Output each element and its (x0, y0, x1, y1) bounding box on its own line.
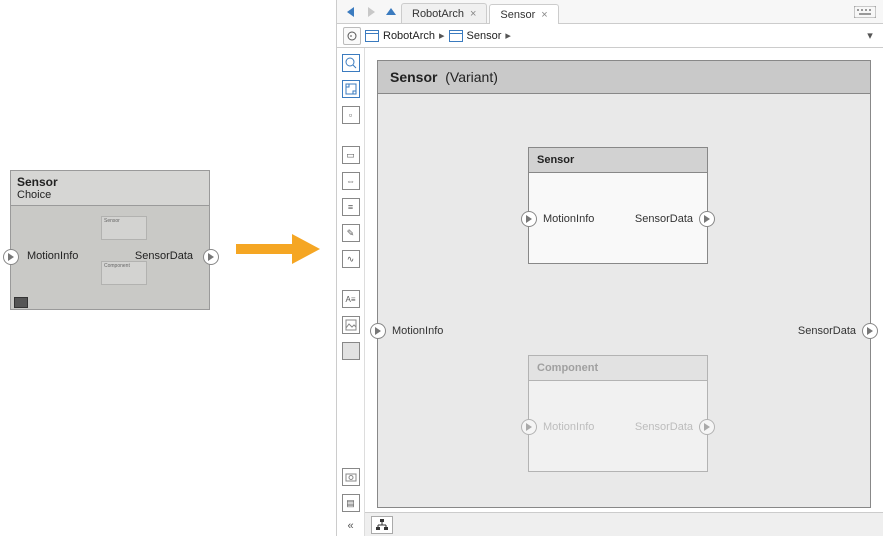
tab-robotarch-label: RobotArch (412, 8, 464, 20)
breadcrumb-model-icon (365, 30, 379, 42)
palette-collapse-button[interactable]: « (347, 520, 353, 532)
canvas-inport-label: MotionInfo (392, 325, 443, 337)
palette-tool-4[interactable]: ≡ (342, 198, 360, 216)
nav-back-button[interactable] (341, 0, 361, 23)
variant-choice-sensor-body: MotionInfo SensorData (529, 173, 707, 263)
sensor-outport[interactable] (699, 211, 715, 227)
component-outport-label: SensorData (635, 421, 693, 433)
variant-choice-sensor[interactable]: Sensor MotionInfo SensorData (528, 147, 708, 264)
palette-tool-3[interactable]: ⇔ (342, 172, 360, 190)
breadcrumb-item-robotarch[interactable]: RobotArch (383, 30, 435, 42)
breadcrumb-item-sensor[interactable]: Sensor (467, 30, 502, 42)
nav-forward-button[interactable] (361, 0, 381, 23)
tab-robotarch-close[interactable]: × (470, 8, 476, 20)
palette-tool-5[interactable]: ✎ (342, 224, 360, 242)
canvas-title: Sensor (Variant) (378, 61, 870, 94)
breadcrumb: RobotArch ▸ Sensor ▸ ▾ (337, 24, 883, 48)
variant-choice-component[interactable]: Component MotionInfo SensorData (528, 355, 708, 472)
component-inport-label: MotionInfo (543, 421, 594, 433)
tab-bar: RobotArch × Sensor × (337, 0, 883, 24)
nav-up-button[interactable] (381, 0, 401, 23)
source-outport[interactable] (203, 249, 219, 265)
canvas-title-name: Sensor (390, 69, 437, 85)
palette-tool-7[interactable]: A≡ (342, 290, 360, 308)
palette-image-icon[interactable] (342, 316, 360, 334)
canvas-area[interactable]: Sensor (Variant) MotionInfo SensorData S… (365, 48, 883, 536)
component-outport[interactable] (699, 419, 715, 435)
sensor-inport-label: MotionInfo (543, 213, 594, 225)
breadcrumb-history-button[interactable] (343, 27, 361, 45)
sensor-outport-label: SensorData (635, 213, 693, 225)
tab-sensor-label: Sensor (500, 9, 535, 21)
breadcrumb-dropdown[interactable]: ▾ (863, 29, 877, 43)
source-block-subtitle: Choice (17, 189, 203, 201)
chevron-right-icon: ▸ (439, 29, 445, 42)
palette-tool-9[interactable] (342, 342, 360, 360)
variant-choice-component-title: Component (529, 356, 707, 381)
source-inport-label: MotionInfo (27, 250, 78, 262)
keyboard-icon[interactable] (851, 0, 879, 23)
palette-tool-2[interactable]: ▭ (342, 146, 360, 164)
footer-hierarchy-tab[interactable] (371, 516, 393, 534)
variant-choice-component-body: MotionInfo SensorData (529, 381, 707, 471)
canvas-inport[interactable] (370, 323, 386, 339)
source-block-title: Sensor (17, 175, 203, 189)
breadcrumb-subsystem-icon (449, 30, 463, 42)
source-block[interactable]: Sensor Choice Sensor Component MotionInf… (10, 170, 210, 310)
canvas-outport[interactable] (862, 323, 878, 339)
canvas-footer (365, 512, 883, 536)
variant-choice-sensor-title: Sensor (529, 148, 707, 173)
palette-tool-1[interactable]: ▫ (342, 106, 360, 124)
tab-sensor[interactable]: Sensor × (489, 4, 558, 24)
tab-sensor-close[interactable]: × (541, 9, 547, 21)
source-inport[interactable] (3, 249, 19, 265)
variant-canvas[interactable]: Sensor (Variant) MotionInfo SensorData S… (377, 60, 871, 508)
palette-fit-icon[interactable] (342, 80, 360, 98)
editor-pane: RobotArch × Sensor × RobotArch ▸ Se (336, 0, 883, 536)
source-thumbnail-sensor: Sensor (101, 216, 147, 240)
source-outport-label: SensorData (135, 250, 193, 262)
palette: ▫ ▭ ⇔ ≡ ✎ ∿ A≡ ▤ « (337, 48, 365, 536)
canvas-title-qualifier: (Variant) (445, 69, 498, 85)
palette-tool-6[interactable]: ∿ (342, 250, 360, 268)
palette-library-icon[interactable]: ▤ (342, 494, 360, 512)
palette-camera-icon[interactable] (342, 468, 360, 486)
source-block-body: Sensor Component MotionInfo SensorData (11, 206, 209, 311)
variant-badge-icon (14, 297, 28, 308)
source-thumbnail-component: Component (101, 261, 147, 285)
sensor-inport[interactable] (521, 211, 537, 227)
chevron-right-icon: ▸ (505, 29, 511, 42)
transform-arrow-icon (236, 234, 320, 264)
palette-zoom-icon[interactable] (342, 54, 360, 72)
component-inport[interactable] (521, 419, 537, 435)
tab-robotarch[interactable]: RobotArch × (401, 3, 487, 23)
workspace: ▫ ▭ ⇔ ≡ ✎ ∿ A≡ ▤ « Sensor (337, 48, 883, 536)
source-block-header: Sensor Choice (11, 171, 209, 206)
canvas-outport-label: SensorData (798, 325, 856, 337)
